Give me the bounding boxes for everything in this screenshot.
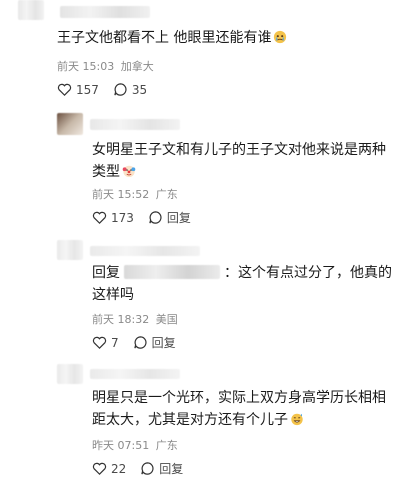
chat-bubble-icon: [133, 336, 147, 349]
username-blurred[interactable]: [60, 6, 150, 18]
reply-label: 回复: [166, 211, 191, 225]
location: 广东: [155, 439, 178, 452]
like-count: 173: [111, 210, 134, 225]
comment-text-line: 回复 ：这个有点过分了，他真的: [92, 262, 392, 284]
avatar[interactable]: [18, 0, 44, 20]
reply-prefix: 回复: [92, 265, 120, 281]
chat-bubble-icon: [149, 211, 162, 224]
comment-actions: 7 回复: [92, 334, 190, 351]
comment-actions: 157 35: [57, 82, 161, 97]
avatar[interactable]: [57, 364, 83, 384]
avatar[interactable]: [57, 113, 83, 135]
comment-text-content: 距太大，尤其是对方还有个儿子: [92, 412, 288, 428]
comment-text-content: ：这个有点过分了，他真的: [224, 265, 392, 281]
comment-text-line: 这样吗: [92, 287, 134, 303]
location: 美国: [155, 313, 178, 326]
comment-actions: 22 回复: [92, 460, 197, 477]
reply-label: 回复: [159, 462, 184, 476]
comment-text-line: 女明星王子文和有儿子的王子文对他来说是两种: [92, 142, 386, 158]
comment-actions: 173 回复: [92, 209, 205, 226]
location: 加拿大: [120, 60, 154, 73]
username-blurred[interactable]: [90, 246, 200, 256]
crying-face-icon: [274, 30, 287, 44]
comment-text-content: 王子文他都看不上 他眼里还能有谁: [57, 30, 272, 46]
heart-icon: [57, 83, 72, 96]
comment-meta: 前天 18:32 美国: [92, 311, 178, 327]
heart-icon: [92, 211, 107, 224]
reply-count: 35: [131, 82, 148, 97]
reply-label: 回复: [151, 336, 176, 350]
like-button[interactable]: 157: [57, 82, 99, 97]
timestamp: 昨天 07:51: [92, 439, 150, 452]
timestamp: 前天 15:03: [57, 60, 115, 73]
reply-button[interactable]: 回复: [148, 209, 191, 226]
like-button[interactable]: 173: [92, 210, 134, 225]
clown-face-icon: [122, 165, 136, 178]
chat-bubble-icon: [141, 462, 154, 475]
comment-meta: 前天 15:52 广东: [92, 186, 178, 202]
comment-text-line: 类型: [92, 161, 386, 183]
like-count: 7: [111, 335, 119, 350]
username-blurred[interactable]: [90, 369, 180, 379]
comment-text-line: 距太大，尤其是对方还有个儿子: [92, 409, 386, 431]
username-blurred[interactable]: [90, 119, 180, 130]
timestamp: 前天 15:52: [92, 188, 150, 201]
comment-text: 王子文他都看不上 他眼里还能有谁: [57, 27, 287, 49]
comment-meta: 昨天 07:51 广东: [92, 437, 178, 453]
chat-bubble-icon: [114, 83, 127, 96]
comment-text: 明星只是一个光环，实际上双方身高学历长相相 距太大，尤其是对方还有个儿子: [92, 387, 386, 431]
comment-text-line: 明星只是一个光环，实际上双方身高学历长相相: [92, 390, 386, 406]
comment-text: 女明星王子文和有儿子的王子文对他来说是两种 类型: [92, 139, 386, 183]
like-count: 157: [76, 82, 99, 97]
like-count: 22: [111, 461, 127, 476]
reply-button[interactable]: 回复: [133, 334, 176, 351]
reply-button[interactable]: 回复: [140, 460, 183, 477]
location: 广东: [155, 188, 178, 201]
heart-icon: [92, 336, 107, 349]
mentioned-user-blurred[interactable]: [124, 265, 220, 279]
heart-icon: [92, 462, 107, 475]
comment-button[interactable]: 35: [113, 82, 147, 97]
comment-text: 回复 ：这个有点过分了，他真的 这样吗: [92, 262, 392, 306]
grinning-sweat-icon: [291, 413, 303, 426]
avatar[interactable]: [57, 240, 83, 260]
like-button[interactable]: 22: [92, 461, 126, 476]
like-button[interactable]: 7: [92, 335, 119, 350]
comment-text-content: 类型: [92, 164, 120, 180]
comment-meta: 前天 15:03 加拿大: [57, 58, 154, 74]
timestamp: 前天 18:32: [92, 313, 150, 326]
